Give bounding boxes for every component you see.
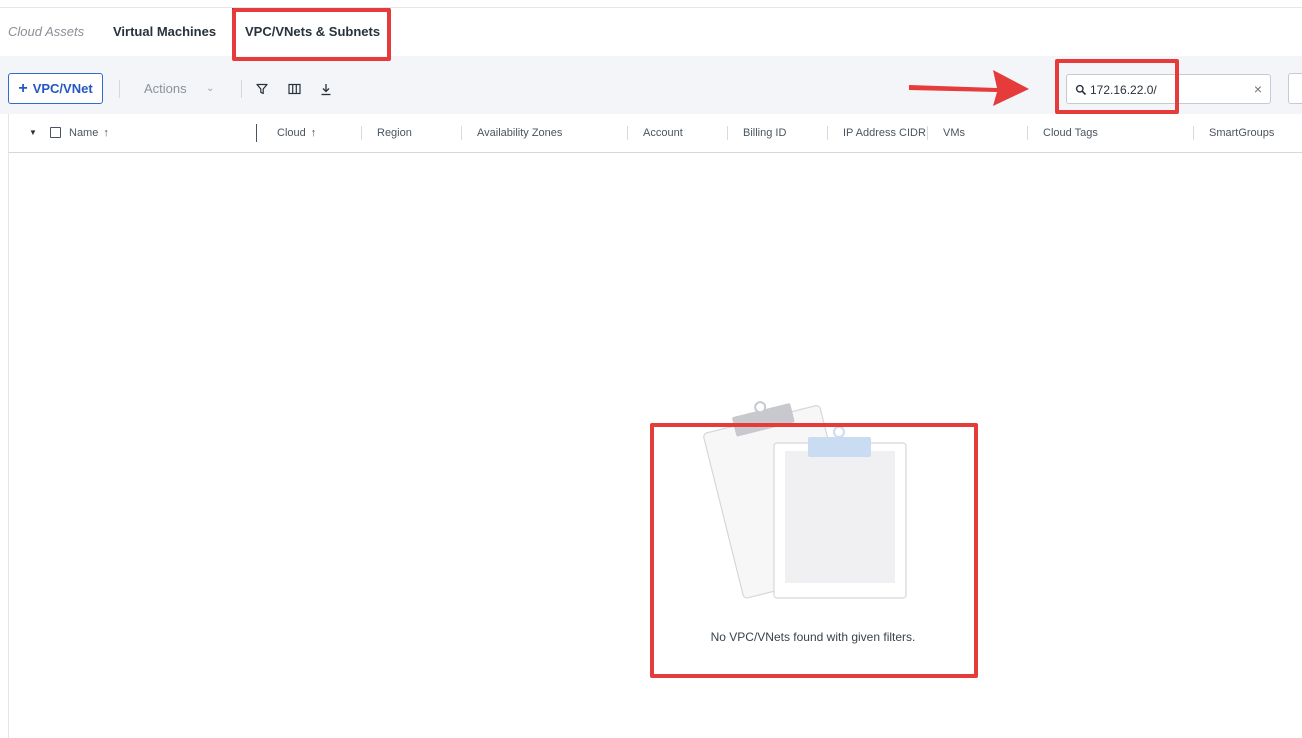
sort-ascending-icon: ↑ <box>103 127 109 139</box>
clear-search-icon[interactable]: × <box>1254 80 1262 98</box>
column-header-smartgroups[interactable]: SmartGroups <box>1209 114 1274 152</box>
sort-ascending-icon: ↑ <box>310 127 317 139</box>
columns-icon[interactable] <box>285 80 303 98</box>
view-options-button[interactable] <box>1288 73 1302 104</box>
column-header-billing-id[interactable]: Billing ID <box>743 114 786 152</box>
tab-bar: Cloud Assets Virtual Machines VPC/VNets … <box>0 8 1302 56</box>
add-vpc-vnet-button[interactable]: + VPC/VNet <box>8 73 103 104</box>
expand-all-icon[interactable]: ▼ <box>29 114 37 152</box>
select-all-checkbox[interactable] <box>50 127 61 138</box>
column-divider[interactable] <box>256 124 257 142</box>
toolbar-divider <box>241 80 242 98</box>
plus-icon: + <box>18 79 28 97</box>
app-root: Cloud Assets Virtual Machines VPC/VNets … <box>0 0 1302 738</box>
chevron-down-icon: ⌄ <box>206 83 215 94</box>
annotation-arrow-icon <box>905 70 1035 110</box>
column-header-name[interactable]: Name ↑ <box>69 114 109 152</box>
column-header-region[interactable]: Region <box>377 114 412 152</box>
column-header-ip-address-cidr[interactable]: IP Address CIDR <box>843 114 926 152</box>
highlight-search-box <box>1055 59 1179 114</box>
table-header: ▼ Name ↑ Cloud ↑ Region Availability Zones… <box>8 114 1302 153</box>
breadcrumb-cloud-assets[interactable]: Cloud Assets <box>8 8 84 56</box>
actions-dropdown[interactable]: Actions <box>144 73 187 104</box>
highlight-active-tab <box>232 8 391 61</box>
column-header-cloud[interactable]: Cloud ↑ <box>277 114 316 152</box>
column-divider[interactable] <box>1027 126 1028 140</box>
filter-icon[interactable] <box>253 80 271 98</box>
column-divider[interactable] <box>361 126 362 140</box>
column-divider[interactable] <box>727 126 728 140</box>
column-header-availability-zones[interactable]: Availability Zones <box>477 114 562 152</box>
column-header-vms[interactable]: VMs <box>943 114 965 152</box>
add-vpc-vnet-label: VPC/VNet <box>32 81 93 96</box>
column-divider[interactable] <box>827 126 828 140</box>
column-divider[interactable] <box>1193 126 1194 140</box>
highlight-empty-state <box>650 423 978 678</box>
toolbar-divider <box>119 80 120 98</box>
top-strip <box>0 0 1302 8</box>
tab-virtual-machines[interactable]: Virtual Machines <box>113 8 216 56</box>
column-divider[interactable] <box>927 126 928 140</box>
column-divider[interactable] <box>627 126 628 140</box>
column-header-account[interactable]: Account <box>643 114 683 152</box>
download-icon[interactable] <box>317 80 335 98</box>
column-divider[interactable] <box>461 126 462 140</box>
column-header-cloud-tags[interactable]: Cloud Tags <box>1043 114 1098 152</box>
